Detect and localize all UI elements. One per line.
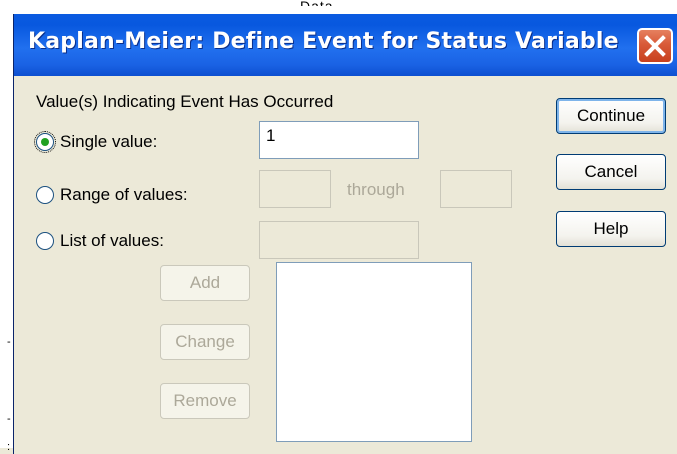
background-window: Data <box>0 0 677 14</box>
through-label: through <box>347 180 405 199</box>
list-of-values-radio[interactable] <box>36 232 54 250</box>
background-window-text: Data <box>300 0 385 6</box>
cancel-button[interactable]: Cancel <box>556 154 666 190</box>
values-listbox[interactable] <box>276 262 472 442</box>
range-of-values-label: Range of values: <box>60 185 188 204</box>
list-of-values-label: List of values: <box>60 231 164 250</box>
remove-button[interactable]: Remove <box>160 383 250 419</box>
range-to-input[interactable] <box>440 170 512 208</box>
range-from-input[interactable] <box>259 170 331 208</box>
background-window-edge: - - : <box>0 14 13 453</box>
close-icon <box>644 35 666 57</box>
single-value-radio[interactable] <box>34 131 56 153</box>
event-values-group-label: Value(s) Indicating Event Has Occurred <box>36 92 334 111</box>
dialog-title: Kaplan-Meier: Define Event for Status Va… <box>28 29 619 54</box>
single-value-option[interactable]: Single value: <box>34 129 158 155</box>
close-button[interactable] <box>637 28 673 64</box>
list-of-values-option[interactable]: List of values: <box>36 228 164 254</box>
range-of-values-option[interactable]: Range of values: <box>36 182 188 208</box>
range-of-values-radio[interactable] <box>36 186 54 204</box>
add-button[interactable]: Add <box>160 265 250 301</box>
single-value-input[interactable]: 1 <box>259 121 419 159</box>
help-button[interactable]: Help <box>556 211 666 247</box>
single-value-label: Single value: <box>60 132 158 151</box>
list-value-input[interactable] <box>259 221 419 259</box>
define-event-dialog: Kaplan-Meier: Define Event for Status Va… <box>13 14 677 454</box>
continue-button[interactable]: Continue <box>556 98 666 134</box>
change-button[interactable]: Change <box>160 324 250 360</box>
title-bar[interactable]: Kaplan-Meier: Define Event for Status Va… <box>14 14 677 76</box>
